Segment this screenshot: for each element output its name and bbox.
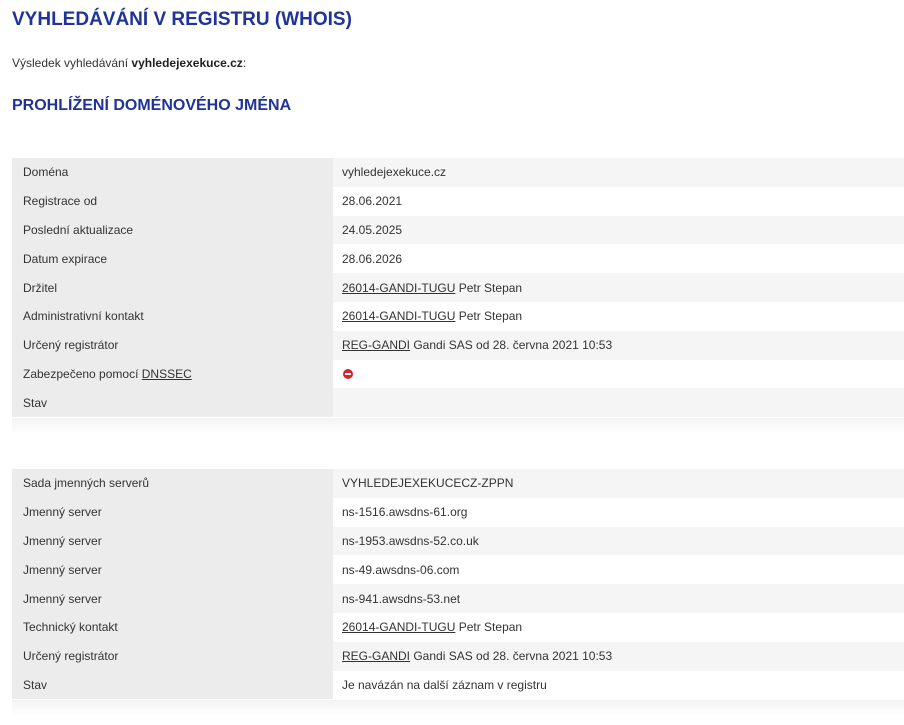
table-shadow: [12, 418, 904, 434]
nameserver-label: Jmenný server: [12, 526, 333, 556]
table-row: Datum expirace 28.06.2026: [12, 244, 904, 274]
admin-contact-link[interactable]: 26014-GANDI-TUGU: [342, 309, 455, 323]
table-row: Stav Je navázán na další záznam v regist…: [12, 670, 904, 700]
nameserver-label: Jmenný server: [12, 584, 333, 613]
dnssec-label-text: Zabezpečeno pomocí: [23, 366, 142, 381]
table-row: Stav: [12, 388, 904, 418]
nameserver-value: ns-1953.awsdns-52.co.uk: [333, 526, 904, 556]
page-title: VYHLEDÁVÁNÍ V REGISTRU (WHOIS): [12, 9, 352, 30]
tech-contact-value: 26014-GANDI-TUGU Petr Stepan: [333, 612, 904, 642]
tech-contact-label: Technický kontakt: [12, 612, 333, 642]
nameserver-label: Jmenný server: [12, 555, 333, 585]
result-domain: vyhledejexekuce.cz: [131, 56, 243, 70]
table-row: Určený registrátor REG-GANDI Gandi SAS o…: [12, 330, 904, 360]
tech-contact-link[interactable]: 26014-GANDI-TUGU: [342, 620, 455, 634]
nameserver-value: ns-1516.awsdns-61.org: [333, 497, 904, 527]
table-row: Zabezpečeno pomocí DNSSEC: [12, 359, 904, 389]
domain-value: vyhledejexekuce.cz: [333, 158, 904, 187]
updated-value: 24.05.2025: [333, 215, 904, 245]
admin-contact-value: 26014-GANDI-TUGU Petr Stepan: [333, 301, 904, 331]
nsset-state-label: Stav: [12, 670, 333, 700]
updated-label: Poslední aktualizace: [12, 215, 333, 245]
domain-label: Doména: [12, 158, 333, 187]
nameserver-label: Jmenný server: [12, 497, 333, 527]
registered-value: 28.06.2021: [333, 186, 904, 216]
nsset-registrar-text: Gandi SAS od 28. června 2021 10:53: [410, 649, 613, 664]
table-row: Jmenný server ns-49.awsdns-06.com: [12, 555, 904, 585]
admin-contact-name: Petr Stepan: [455, 309, 523, 324]
holder-value: 26014-GANDI-TUGU Petr Stepan: [333, 273, 904, 302]
dnssec-value: [333, 359, 904, 389]
table-row: Určený registrátor REG-GANDI Gandi SAS o…: [12, 641, 904, 671]
registered-label: Registrace od: [12, 186, 333, 216]
table-row: Jmenný server ns-1516.awsdns-61.org: [12, 497, 904, 527]
search-result-line: Výsledek vyhledávání vyhledejexekuce.cz:: [12, 56, 246, 70]
dnssec-link[interactable]: DNSSEC: [142, 367, 192, 381]
table-row: Jmenný server ns-941.awsdns-53.net: [12, 584, 904, 613]
section-title: PROHLÍŽENÍ DOMÉNOVÉHO JMÉNA: [12, 97, 292, 114]
result-suffix: :: [242, 56, 247, 70]
table-row: Jmenný server ns-1953.awsdns-52.co.uk: [12, 526, 904, 556]
expiry-value: 28.06.2026: [333, 244, 904, 274]
nsset-table: Sada jmenných serverů VYHLEDEJEXEKUCECZ-…: [12, 469, 904, 700]
nameserver-value: ns-49.awsdns-06.com: [333, 555, 904, 585]
table-row: Držitel 26014-GANDI-TUGU Petr Stepan: [12, 273, 904, 302]
nsset-value: VYHLEDEJEXEKUCECZ-ZPPN: [333, 469, 904, 498]
table-row: Registrace od 28.06.2021: [12, 186, 904, 216]
table-shadow: [12, 700, 904, 716]
dnssec-label: Zabezpečeno pomocí DNSSEC: [12, 359, 333, 389]
state-value: [333, 388, 904, 418]
table-row: Technický kontakt 26014-GANDI-TUGU Petr …: [12, 612, 904, 642]
nsset-registrar-label: Určený registrátor: [12, 641, 333, 671]
registrar-value: REG-GANDI Gandi SAS od 28. června 2021 1…: [333, 330, 904, 360]
holder-name: Petr Stepan: [455, 280, 523, 295]
registrar-text: Gandi SAS od 28. června 2021 10:53: [410, 338, 613, 353]
table-row: Administrativní kontakt 26014-GANDI-TUGU…: [12, 301, 904, 331]
nameserver-value: ns-941.awsdns-53.net: [333, 584, 904, 613]
admin-contact-label: Administrativní kontakt: [12, 301, 333, 331]
table-row: Sada jmenných serverů VYHLEDEJEXEKUCECZ-…: [12, 469, 904, 498]
registrar-link[interactable]: REG-GANDI: [342, 338, 410, 352]
registrar-label: Určený registrátor: [12, 330, 333, 360]
whois-page: VYHLEDÁVÁNÍ V REGISTRU (WHOIS) Výsledek …: [0, 0, 904, 725]
expiry-label: Datum expirace: [12, 244, 333, 274]
holder-label: Držitel: [12, 273, 333, 302]
table-row: Doména vyhledejexekuce.cz: [12, 158, 904, 187]
minus-circle-icon: [343, 368, 353, 379]
domain-table: Doména vyhledejexekuce.cz Registrace od …: [12, 158, 904, 418]
tech-contact-name: Petr Stepan: [455, 620, 523, 635]
nsset-label: Sada jmenných serverů: [12, 469, 333, 498]
holder-contact-link[interactable]: 26014-GANDI-TUGU: [342, 281, 455, 295]
nsset-registrar-link[interactable]: REG-GANDI: [342, 649, 410, 663]
nsset-state-value: Je navázán na další záznam v registru: [333, 670, 904, 700]
state-label: Stav: [12, 388, 333, 418]
table-row: Poslední aktualizace 24.05.2025: [12, 215, 904, 245]
result-prefix: Výsledek vyhledávání: [12, 56, 132, 70]
nsset-registrar-value: REG-GANDI Gandi SAS od 28. června 2021 1…: [333, 641, 904, 671]
